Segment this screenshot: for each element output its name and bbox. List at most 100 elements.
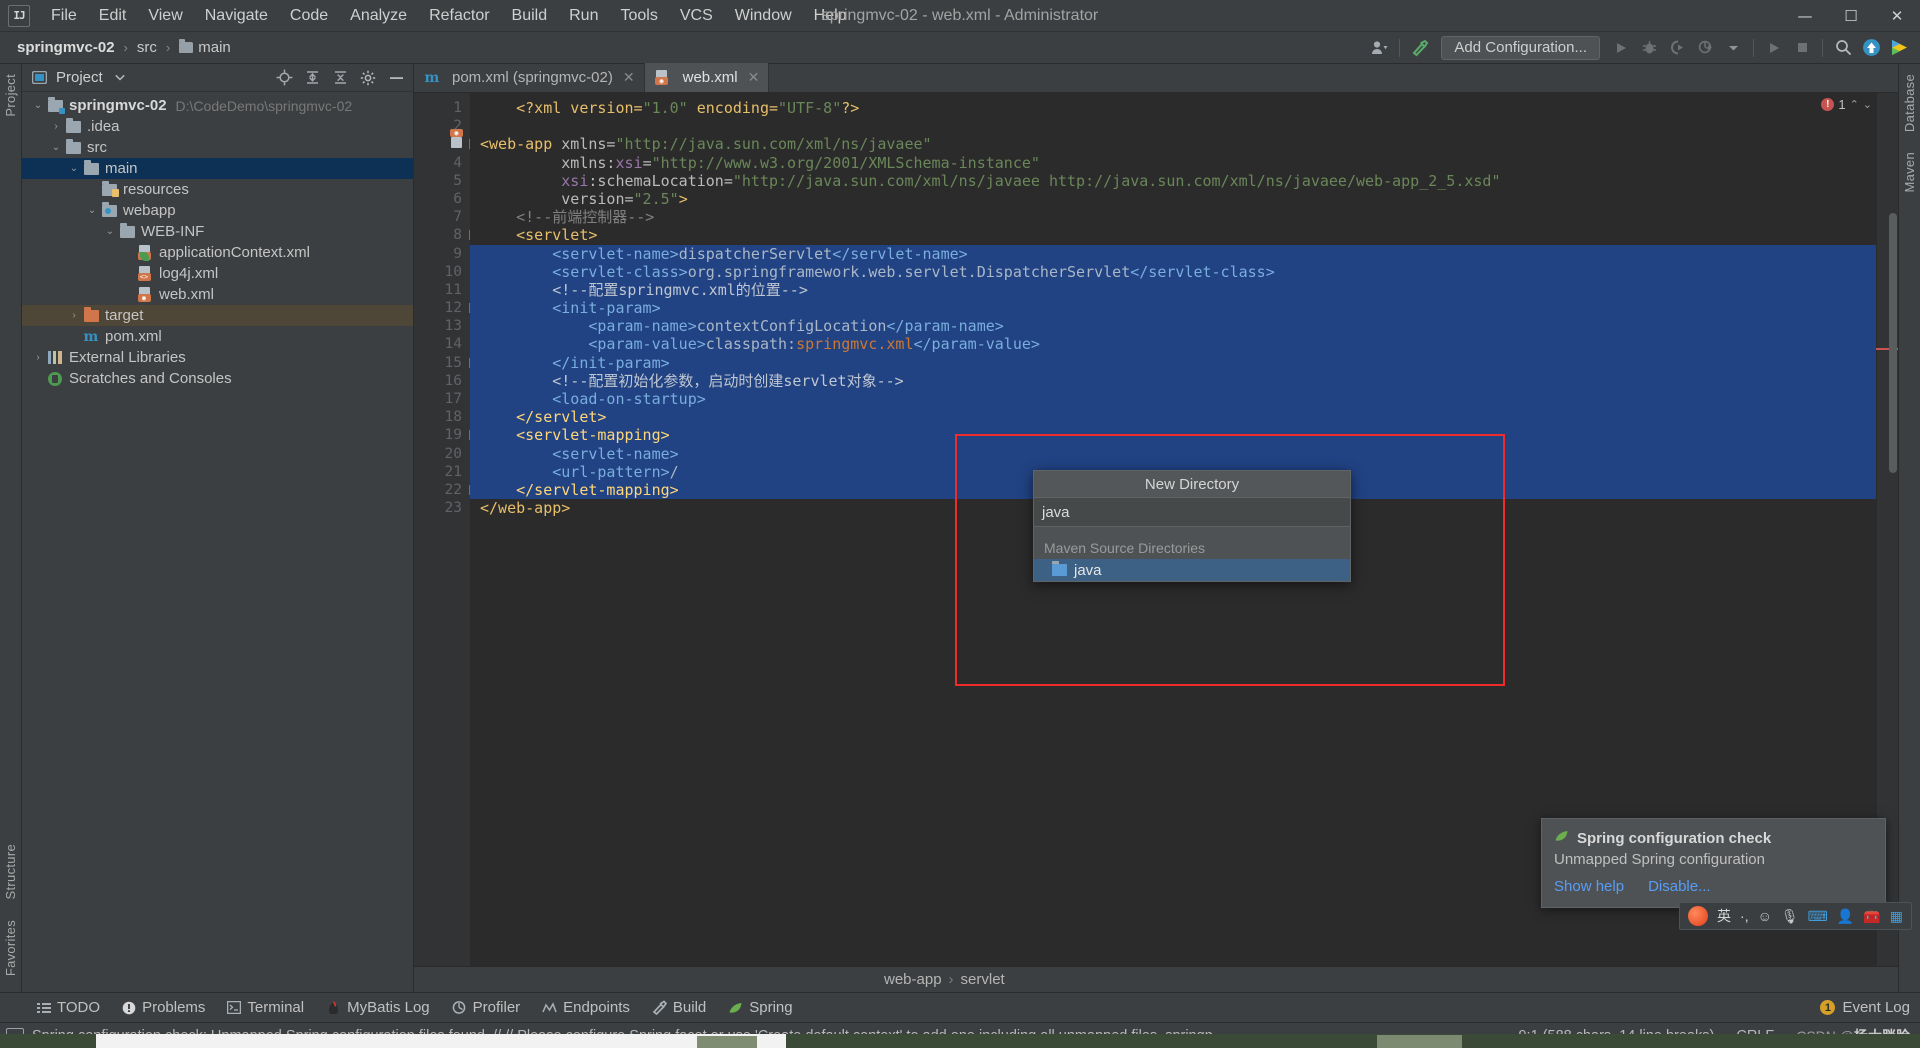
tool-window-button-build[interactable]: Build (641, 996, 717, 1019)
event-log-label[interactable]: Event Log (1842, 999, 1910, 1016)
code-line-12[interactable]: <init-param> (470, 299, 1876, 318)
gutter-line-13[interactable]: 13 (414, 317, 470, 335)
rail-item-favorites[interactable]: Favorites (1, 910, 20, 986)
search-icon[interactable] (1830, 36, 1856, 60)
gutter-line-17[interactable]: 17 (414, 390, 470, 408)
maximize-button[interactable]: ☐ (1828, 0, 1874, 32)
code-line-10[interactable]: <servlet-class>org.springframework.web.s… (470, 262, 1876, 281)
menu-item-refactor[interactable]: Refactor (418, 3, 500, 29)
user-icon[interactable]: 👤 (1837, 908, 1854, 925)
menu-item-tools[interactable]: Tools (609, 3, 668, 29)
tree-node-springmvc-02[interactable]: ⌄ springmvc-02 D:\CodeDemo\springmvc-02 (22, 95, 413, 116)
close-icon[interactable]: ✕ (748, 69, 760, 86)
dropdown-icon[interactable] (1720, 36, 1746, 60)
run2-icon[interactable] (1761, 36, 1787, 60)
tool-window-button-mybatis-log[interactable]: MyBatis Log (315, 996, 441, 1019)
tool-window-button-todo[interactable]: TODO (26, 996, 111, 1019)
breadcrumb-item-springmvc-02[interactable]: springmvc-02 (14, 38, 118, 57)
editor-breadcrumb-item-web-app[interactable]: web-app (884, 971, 942, 988)
gutter-line-23[interactable]: 23 (414, 499, 470, 517)
gutter-line-8[interactable]: 8− (414, 226, 479, 244)
update-project-icon[interactable] (1858, 36, 1884, 60)
menu-item-analyze[interactable]: Analyze (339, 3, 418, 29)
tree-node-applicationcontext-xml[interactable]: applicationContext.xml (22, 242, 413, 263)
debug-icon[interactable] (1636, 36, 1662, 60)
project-tree[interactable]: ⌄ springmvc-02 D:\CodeDemo\springmvc-02 › .i… (22, 92, 413, 992)
tool-window-button-terminal[interactable]: Terminal (216, 996, 315, 1019)
rail-item-maven[interactable]: Maven (1900, 142, 1919, 203)
inspection-status-badge[interactable]: ! 1 ⌃ ⌄ (1821, 97, 1872, 112)
gutter-line-7[interactable]: 7 (414, 208, 470, 226)
gutter-line-10[interactable]: 10 (414, 263, 470, 281)
profile-icon[interactable] (1692, 36, 1718, 60)
gutter-line-4[interactable]: 4 (414, 154, 470, 172)
code-line-11[interactable]: <!--配置springmvc.xml的位置--> (470, 280, 1876, 300)
editor-tab-pom-xml[interactable]: m pom.xml (springmvc-02) ✕ (414, 63, 645, 92)
rail-item-database[interactable]: Database (1900, 64, 1919, 142)
code-line-9[interactable]: <servlet-name>dispatcherServlet</servlet… (470, 244, 1876, 263)
code-line-5[interactable]: xsi:schemaLocation="http://java.sun.com/… (470, 172, 1876, 190)
editor-tab-web-xml[interactable]: ◉ web.xml ✕ (644, 63, 770, 92)
gutter-line-6[interactable]: 6 (414, 190, 470, 208)
sogou-ime-icon[interactable] (1688, 906, 1709, 926)
chevron-down-icon[interactable]: ⌄ (30, 100, 46, 111)
collapse-all-icon[interactable] (329, 67, 351, 89)
gutter-line-15[interactable]: 15− (414, 354, 479, 372)
code-line-6[interactable]: version="2.5"> (470, 190, 1876, 208)
disable-link[interactable]: Disable... (1648, 878, 1711, 895)
close-button[interactable]: ✕ (1874, 0, 1920, 32)
vertical-scrollbar-thumb[interactable] (1889, 213, 1897, 473)
code-line-19[interactable]: <servlet-mapping> (470, 426, 1876, 445)
chevron-down-icon[interactable]: ⌄ (102, 226, 118, 237)
keyboard-icon[interactable]: ⌨ (1808, 908, 1828, 925)
build-hammer-icon[interactable] (1407, 36, 1433, 60)
tree-node-web-inf[interactable]: ⌄ WEB-INF (22, 221, 413, 242)
code-line-7[interactable]: <!--前端控制器--> (470, 208, 1876, 226)
tool-window-button-spring[interactable]: Spring (717, 996, 803, 1019)
menu-item-file[interactable]: File (40, 3, 88, 29)
chevron-right-icon[interactable]: › (48, 121, 64, 132)
idea-ultimate-icon[interactable] (1886, 36, 1912, 60)
tree-node-target[interactable]: › target (22, 305, 413, 326)
ime-toolbar[interactable]: 英 ·, ☺ 🎙 ⌨ 👤 🧰 ▦ (1679, 902, 1912, 930)
gutter-line-21[interactable]: 21 (414, 463, 470, 481)
chevron-down-icon[interactable]: ⌄ (48, 142, 64, 153)
chevron-down-icon[interactable] (109, 67, 131, 89)
chevron-right-icon[interactable]: › (66, 310, 82, 321)
code-line-17[interactable]: <load-on-startup> (470, 390, 1876, 409)
expand-all-icon[interactable] (301, 67, 323, 89)
close-icon[interactable]: ✕ (623, 69, 635, 86)
code-line-18[interactable]: </servlet> (470, 408, 1876, 427)
breadcrumb-item-src[interactable]: src (134, 38, 160, 57)
gutter-line-11[interactable]: 11 (414, 281, 470, 299)
menu-item-run[interactable]: Run (558, 3, 609, 29)
code-line-13[interactable]: <param-name>contextConfigLocation</param… (470, 317, 1876, 336)
menu-item-code[interactable]: Code (279, 3, 339, 29)
next-problem-icon[interactable]: ⌄ (1863, 98, 1872, 111)
editor-breadcrumb-item-servlet[interactable]: servlet (961, 971, 1005, 988)
tree-node--idea[interactable]: › .idea (22, 116, 413, 137)
settings-gear-icon[interactable] (357, 67, 379, 89)
show-help-link[interactable]: Show help (1554, 878, 1624, 895)
tool-window-button-profiler[interactable]: Profiler (441, 996, 532, 1019)
run-coverage-icon[interactable] (1664, 36, 1690, 60)
mic-icon[interactable]: 🎙 (1781, 908, 1799, 925)
menu-item-help[interactable]: Help (803, 3, 858, 29)
event-log-area[interactable]: 1 Event Log (1820, 999, 1920, 1016)
menu-item-edit[interactable]: Edit (88, 3, 138, 29)
ime-mode-label[interactable]: 英 (1717, 906, 1731, 926)
tree-node-external-libraries[interactable]: › External Libraries (22, 347, 413, 368)
locate-icon[interactable] (273, 67, 295, 89)
add-configuration-button[interactable]: Add Configuration... (1441, 35, 1600, 60)
hide-icon[interactable] (385, 67, 407, 89)
code-line-15[interactable]: </init-param> (470, 353, 1876, 372)
new-directory-popup[interactable]: New Directory java Maven Source Director… (1033, 470, 1351, 582)
prev-problem-icon[interactable]: ⌃ (1850, 98, 1859, 111)
gutter-line-19[interactable]: 19− (414, 426, 479, 444)
tree-node-webapp[interactable]: ⌄ webapp (22, 200, 413, 221)
tree-node-src[interactable]: ⌄ src (22, 137, 413, 158)
apps-icon[interactable]: ▦ (1890, 908, 1903, 925)
stop-icon[interactable] (1789, 36, 1815, 60)
tool-window-button-problems[interactable]: Problems (111, 996, 216, 1019)
menu-item-vcs[interactable]: VCS (669, 3, 724, 29)
